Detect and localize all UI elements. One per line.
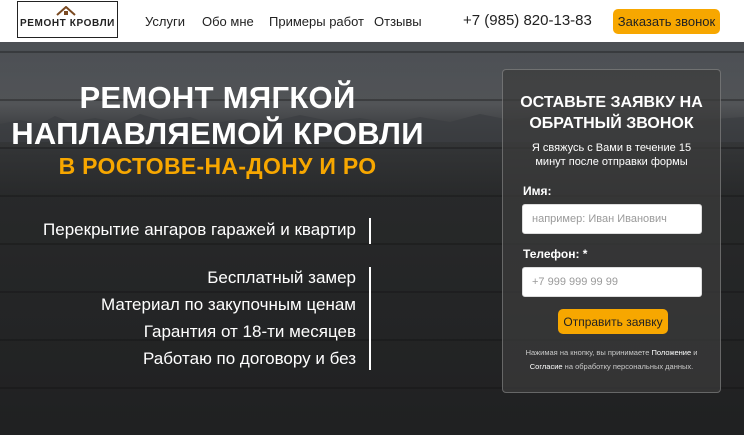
form-title: ОСТАВЬТЕ ЗАЯВКУ НА ОБРАТНЫЙ ЗВОНОК [503,92,720,134]
name-input[interactable] [522,204,702,234]
consent-link[interactable]: Согласие [530,362,563,371]
phone-input[interactable] [522,267,702,297]
form-title-line1: ОСТАВЬТЕ ЗАЯВКУ НА [520,94,703,111]
feature-main-block: Перекрытие ангаров гаражей и квартир [43,220,356,240]
form-title-line2: ОБРАТНЫЙ ЗВОНОК [529,115,694,132]
logo-text: РЕМОНТ КРОВЛИ [20,18,115,29]
logo[interactable]: РЕМОНТ КРОВЛИ [17,1,118,38]
nav-item-about[interactable]: Обо мне [202,14,254,29]
feature-item: Работаю по договору и без [142,349,356,368]
consent-suffix: на обработку персональных данных. [564,362,694,371]
hero-title-line2: НАПЛАВЛЯЕМОЙ КРОВЛИ [11,116,424,151]
house-roof-icon [56,6,76,16]
consent-prefix: Нажимая на кнопку, вы принимаете [525,348,650,357]
feature-main: Перекрытие ангаров гаражей и квартир [43,220,356,239]
divider-bar [369,267,371,370]
site-header: РЕМОНТ КРОВЛИ Услуги Обо мне Примеры раб… [0,0,744,42]
divider-bar [369,218,371,244]
hero-section: РЕМОНТ МЯГКОЙ НАПЛАВЛЯЕМОЙ КРОВЛИ В РОСТ… [0,42,744,435]
feature-item: Бесплатный замер [207,268,356,287]
header-phone[interactable]: +7 (985) 820-13-83 [463,12,592,29]
form-description: Я свяжусь с Вами в течение 15 минут посл… [523,141,700,169]
nav-item-services[interactable]: Услуги [145,14,185,29]
hero-title-line1: РЕМОНТ МЯГКОЙ [79,80,356,115]
nav-item-reviews[interactable]: Отзывы [374,14,422,29]
consent-text: Нажимая на кнопку, вы принимаете Положен… [517,346,706,374]
feature-item: Гарантия от 18-ти месяцев [143,322,356,341]
phone-label: Телефон: * [523,247,588,261]
features-list: Бесплатный замер Материал по закупочным … [101,264,356,372]
hero-subtitle: В РОСТОВЕ-НА-ДОНУ И РО [58,153,377,179]
form-desc-line2: минут после отправки формы [535,156,688,168]
consent-and: и [693,348,698,357]
callback-form: ОСТАВЬТЕ ЗАЯВКУ НА ОБРАТНЫЙ ЗВОНОК Я свя… [502,69,721,393]
policy-link[interactable]: Положение [652,348,692,357]
feature-item: Материал по закупочным ценам [101,295,356,314]
name-label: Имя: [523,184,552,198]
submit-button[interactable]: Отправить заявку [558,309,668,334]
form-desc-line1: Я свяжусь с Вами в течение 15 [531,142,692,154]
callback-button[interactable]: Заказать звонок [613,9,720,34]
nav-item-portfolio[interactable]: Примеры работ [269,14,364,29]
